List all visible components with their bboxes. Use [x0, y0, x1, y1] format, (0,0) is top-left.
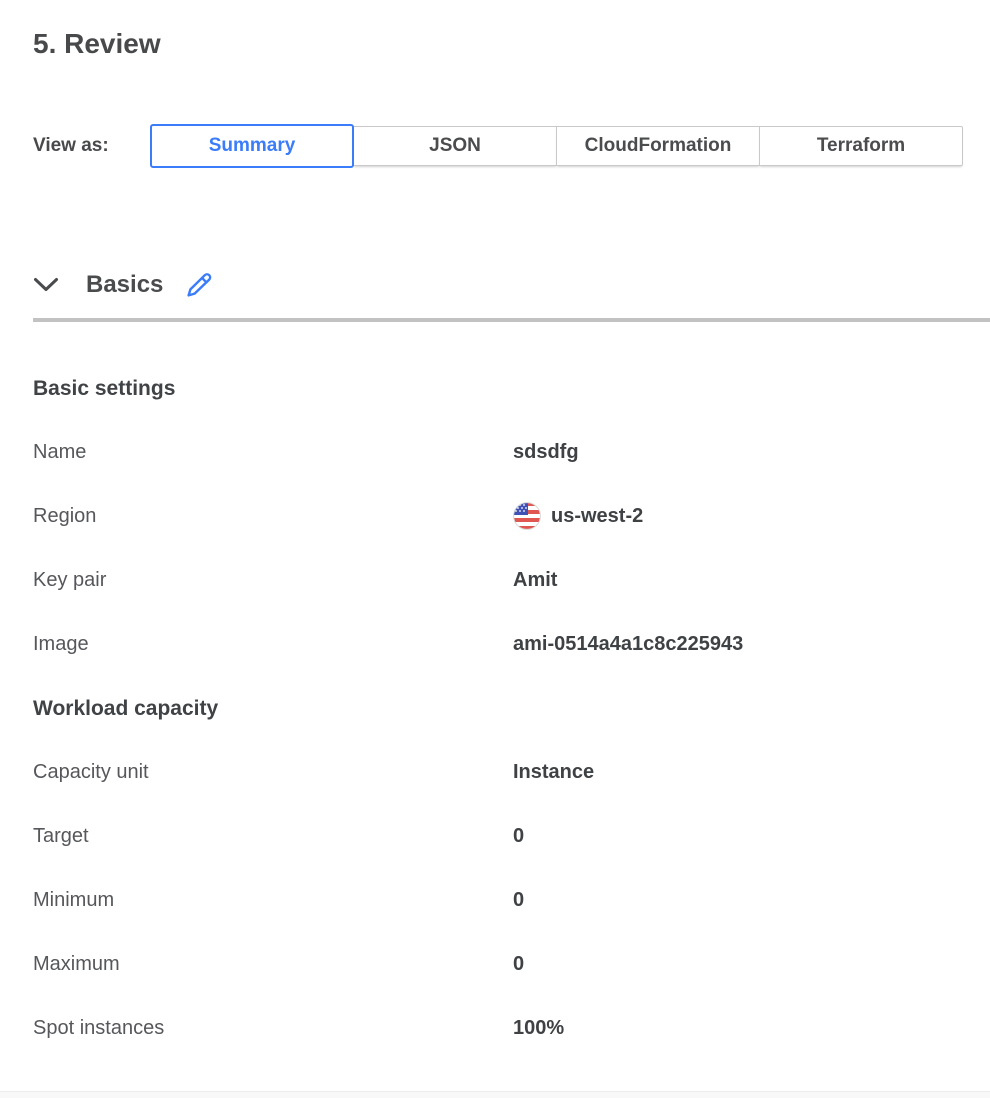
row-minimum: Minimum 0: [33, 888, 990, 912]
region-value-text: us-west-2: [551, 504, 643, 528]
us-flag-icon: [513, 502, 541, 530]
row-value: 100%: [513, 1016, 564, 1040]
group-heading: Basic settings: [33, 376, 990, 402]
row-label: Minimum: [33, 888, 513, 912]
chevron-down-icon[interactable]: [33, 277, 59, 293]
row-value: Amit: [513, 568, 557, 592]
row-capacity-unit: Capacity unit Instance: [33, 760, 990, 784]
view-as-segmented-control: Summary JSON CloudFormation Terraform: [150, 124, 963, 168]
review-page: 5. Review View as: Summary JSON CloudFor…: [0, 0, 990, 1098]
row-label: Spot instances: [33, 1016, 513, 1040]
row-label: Image: [33, 632, 513, 656]
page-title: 5. Review: [33, 28, 990, 60]
row-value: Instance: [513, 760, 594, 784]
row-spot-instances: Spot instances 100%: [33, 1016, 990, 1040]
row-label: Region: [33, 504, 513, 528]
view-as-tab-terraform[interactable]: Terraform: [759, 126, 963, 166]
row-value: ami-0514a4a1c8c225943: [513, 632, 743, 656]
row-label: Key pair: [33, 568, 513, 592]
row-name: Name sdsdfg: [33, 440, 990, 464]
row-key-pair: Key pair Amit: [33, 568, 990, 592]
group-heading: Workload capacity: [33, 696, 990, 722]
next-section-edge: [0, 1091, 990, 1098]
row-value: 0: [513, 824, 524, 848]
view-as-tab-json[interactable]: JSON: [353, 126, 557, 166]
row-image: Image ami-0514a4a1c8c225943: [33, 632, 990, 656]
row-value: sdsdfg: [513, 440, 579, 464]
row-region: Region: [33, 504, 990, 528]
row-value: 0: [513, 888, 524, 912]
view-as-label: View as:: [33, 135, 150, 157]
summary-content: Basic settings Name sdsdfg Region: [33, 376, 990, 1040]
row-label: Name: [33, 440, 513, 464]
workload-capacity-group: Workload capacity Capacity unit Instance…: [33, 696, 990, 1040]
view-as-tab-cloudformation[interactable]: CloudFormation: [556, 126, 760, 166]
row-label: Capacity unit: [33, 760, 513, 784]
section-title: Basics: [86, 271, 163, 299]
row-target: Target 0: [33, 824, 990, 848]
row-label: Target: [33, 824, 513, 848]
row-maximum: Maximum 0: [33, 952, 990, 976]
row-label: Maximum: [33, 952, 513, 976]
section-divider: [33, 318, 990, 322]
basics-section-header: Basics: [33, 268, 990, 302]
row-value: 0: [513, 952, 524, 976]
pencil-icon[interactable]: [185, 270, 213, 300]
row-value: us-west-2: [513, 502, 643, 530]
view-as-row: View as: Summary JSON CloudFormation Ter…: [33, 124, 990, 168]
view-as-tab-summary[interactable]: Summary: [150, 124, 354, 168]
basic-settings-group: Basic settings Name sdsdfg Region: [33, 376, 990, 656]
